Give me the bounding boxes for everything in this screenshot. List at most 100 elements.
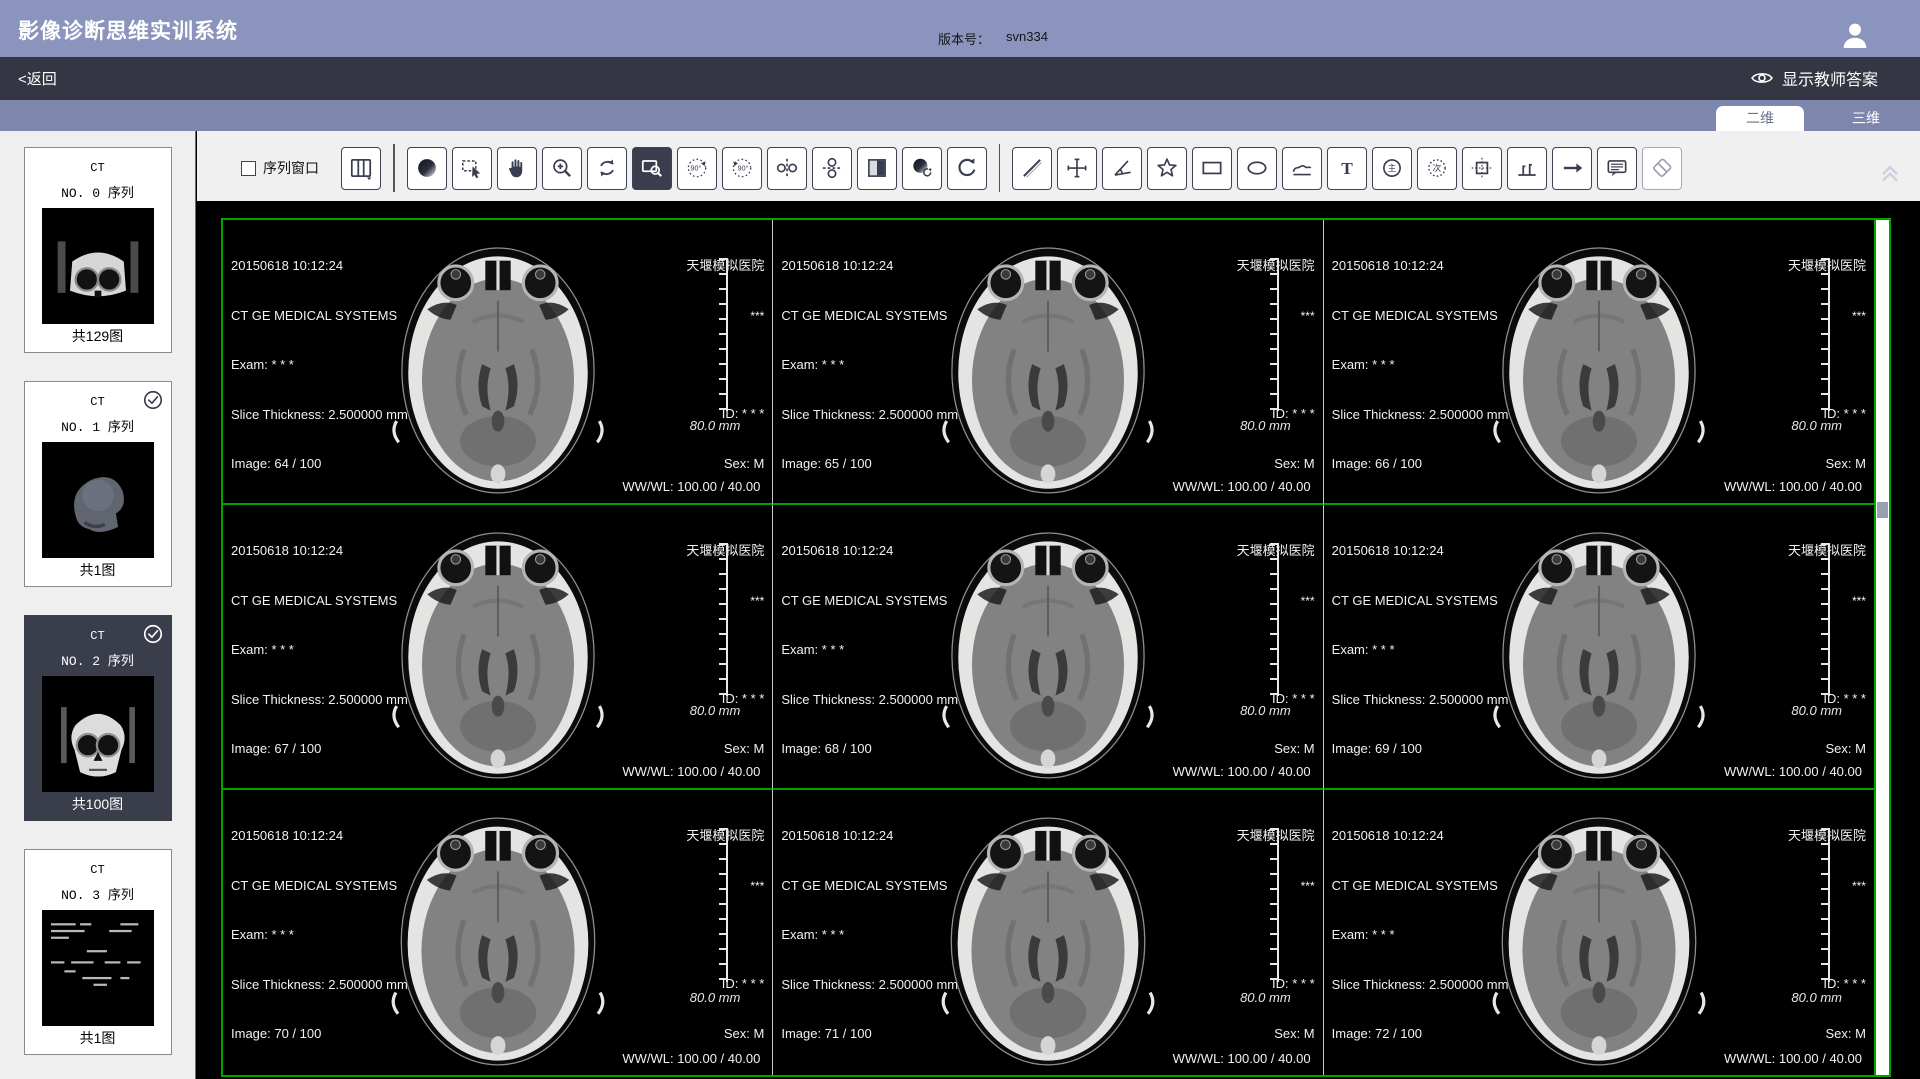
slice-thickness: Slice Thickness: 2.500000 mm bbox=[231, 692, 408, 709]
series-thumbnail bbox=[42, 208, 154, 324]
study-datetime: 20150618 10:12:24 bbox=[231, 828, 408, 845]
main-label-icon bbox=[1379, 155, 1405, 181]
tool-angle-button[interactable] bbox=[1102, 147, 1142, 190]
person-icon bbox=[1838, 19, 1872, 53]
series-window-label: 序列窗口 bbox=[263, 158, 319, 178]
back-button[interactable]: <返回 bbox=[18, 68, 57, 89]
tool-zoom-in-button[interactable] bbox=[542, 147, 582, 190]
series-card-1[interactable]: CT NO. 1 序列 共1图 bbox=[24, 381, 172, 587]
tool-rotate-cycle-button[interactable] bbox=[587, 147, 627, 190]
viewer-cell-image-69[interactable]: 20150618 10:12:24 CT GE MEDICAL SYSTEMS … bbox=[1324, 505, 1874, 790]
tool-length-button[interactable] bbox=[1057, 147, 1097, 190]
scale-label: 80.0 mm bbox=[690, 703, 741, 718]
viewer-cell-image-71[interactable]: 20150618 10:12:24 CT GE MEDICAL SYSTEMS … bbox=[773, 790, 1323, 1075]
viewer-cell-image-70[interactable]: 20150618 10:12:24 CT GE MEDICAL SYSTEMS … bbox=[223, 790, 773, 1075]
tool-rotate-90-cw-button[interactable] bbox=[722, 147, 762, 190]
app-header: 影像诊断思维实训系统 版本号： svn334 bbox=[0, 0, 1920, 57]
viewer-cell-image-67[interactable]: 20150618 10:12:24 CT GE MEDICAL SYSTEMS … bbox=[223, 505, 773, 790]
tool-line-button[interactable] bbox=[1012, 147, 1052, 190]
series-card-3[interactable]: CT NO. 3 序列 共1图 bbox=[24, 849, 172, 1055]
patient-sex: Sex: M bbox=[686, 456, 764, 473]
zoom-in-icon bbox=[549, 155, 575, 181]
tool-secondary-label-button[interactable] bbox=[1417, 147, 1457, 190]
tool-star-button[interactable] bbox=[1147, 147, 1187, 190]
tool-rotate-90-ccw-button[interactable] bbox=[677, 147, 717, 190]
exam-label: Exam: * * * bbox=[1332, 642, 1509, 659]
chevron-up-icon bbox=[1876, 159, 1904, 185]
user-avatar-button[interactable] bbox=[1838, 19, 1872, 53]
series-card-0[interactable]: CT NO. 0 序列 共129图 bbox=[24, 147, 172, 353]
patient-sex: Sex: M bbox=[686, 1026, 764, 1043]
window-width-level: WW/WL: 100.00 / 40.00 bbox=[622, 1051, 760, 1068]
version-label: 版本号： bbox=[938, 29, 990, 48]
slice-thickness: Slice Thickness: 2.500000 mm bbox=[1332, 407, 1509, 424]
tool-region-zoom-button[interactable] bbox=[632, 147, 672, 190]
tool-window-level-button[interactable] bbox=[407, 147, 447, 190]
scrollbar-thumb[interactable] bbox=[1877, 502, 1888, 518]
ct-brain-slice-image bbox=[382, 224, 614, 499]
viewer-cell-image-66[interactable]: 20150618 10:12:24 CT GE MEDICAL SYSTEMS … bbox=[1324, 220, 1874, 505]
patient-sex: Sex: M bbox=[1237, 1026, 1315, 1043]
tool-text-button[interactable] bbox=[1327, 147, 1367, 190]
window-width-level: WW/WL: 100.00 / 40.00 bbox=[1173, 1051, 1311, 1068]
tab-2d[interactable]: 二维 bbox=[1716, 106, 1804, 131]
tool-rect-select-button[interactable] bbox=[452, 147, 492, 190]
exam-label: Exam: * * * bbox=[1332, 357, 1509, 374]
image-number: Image: 68 / 100 bbox=[781, 741, 958, 758]
invert-icon bbox=[864, 155, 890, 181]
image-number: Image: 71 / 100 bbox=[781, 1026, 958, 1043]
tool-flip-horizontal-button[interactable] bbox=[767, 147, 807, 190]
tool-invert-button[interactable] bbox=[857, 147, 897, 190]
image-number: Image: 70 / 100 bbox=[231, 1026, 408, 1043]
tool-crop-grid-button[interactable] bbox=[1462, 147, 1502, 190]
series-list: CT NO. 0 序列 共129图 CT NO. 1 序列 共1图 CT NO.… bbox=[0, 147, 195, 1055]
viewer-cell-image-65[interactable]: 20150618 10:12:24 CT GE MEDICAL SYSTEMS … bbox=[773, 220, 1323, 505]
app-title: 影像诊断思维实训系统 bbox=[18, 15, 238, 45]
series-image-count: 共129图 bbox=[25, 326, 171, 346]
tool-ellipse-button[interactable] bbox=[1237, 147, 1277, 190]
toolbar-divider bbox=[999, 144, 1001, 192]
scale-ruler bbox=[1269, 828, 1279, 982]
window-width-level: WW/WL: 100.00 / 40.00 bbox=[1724, 479, 1862, 496]
tool-pan-button[interactable] bbox=[497, 147, 537, 190]
viewer-cell-image-68[interactable]: 20150618 10:12:24 CT GE MEDICAL SYSTEMS … bbox=[773, 505, 1323, 790]
secondary-label-icon bbox=[1424, 155, 1450, 181]
tool-main-label-button[interactable] bbox=[1372, 147, 1412, 190]
rect-select-icon bbox=[459, 155, 485, 181]
tool-layout-columns-button[interactable] bbox=[341, 147, 381, 190]
layout-columns-icon bbox=[348, 155, 374, 181]
scale-ruler bbox=[1269, 543, 1279, 696]
series-window-toggle[interactable]: 序列窗口 bbox=[241, 158, 319, 178]
viewer-cell-image-64[interactable]: 20150618 10:12:24 CT GE MEDICAL SYSTEMS … bbox=[223, 220, 773, 505]
eraser-icon bbox=[1649, 155, 1675, 181]
tool-curve-button[interactable] bbox=[1282, 147, 1322, 190]
toolbar-collapse-button[interactable] bbox=[1876, 159, 1904, 185]
tool-rectangle-button[interactable] bbox=[1192, 147, 1232, 190]
viewer-cell-image-72[interactable]: 20150618 10:12:24 CT GE MEDICAL SYSTEMS … bbox=[1324, 790, 1874, 1075]
tool-eraser-button[interactable] bbox=[1642, 147, 1682, 190]
window-width-level: WW/WL: 100.00 / 40.00 bbox=[1173, 764, 1311, 781]
series-card-2[interactable]: CT NO. 2 序列 共100图 bbox=[24, 615, 172, 821]
scale-ruler bbox=[718, 543, 728, 696]
rotate-cycle-icon bbox=[594, 155, 620, 181]
series-name: NO. 2 序列 bbox=[25, 650, 171, 669]
ct-brain-slice-image bbox=[1483, 509, 1715, 784]
tab-3d[interactable]: 三维 bbox=[1822, 106, 1910, 131]
exam-label: Exam: * * * bbox=[781, 642, 958, 659]
image-number: Image: 69 / 100 bbox=[1332, 741, 1509, 758]
show-teacher-answer-button[interactable]: 显示教师答案 bbox=[1750, 66, 1878, 90]
tool-arrow-button[interactable] bbox=[1552, 147, 1592, 190]
tool-window-preset-button[interactable] bbox=[902, 147, 942, 190]
series-sidebar: CT NO. 0 序列 共129图 CT NO. 1 序列 共1图 CT NO.… bbox=[0, 131, 196, 1079]
series-window-checkbox[interactable] bbox=[241, 161, 256, 176]
text-icon bbox=[1334, 155, 1360, 181]
patient-sex: Sex: M bbox=[1788, 456, 1866, 473]
tool-flip-vertical-button[interactable] bbox=[812, 147, 852, 190]
line-icon bbox=[1019, 155, 1045, 181]
viewer-scrollbar[interactable] bbox=[1874, 220, 1889, 1075]
window-level-icon bbox=[414, 155, 440, 181]
device-name: CT GE MEDICAL SYSTEMS bbox=[781, 593, 958, 610]
tool-reset-button[interactable] bbox=[947, 147, 987, 190]
tool-comment-button[interactable] bbox=[1597, 147, 1637, 190]
tool-histogram-button[interactable] bbox=[1507, 147, 1547, 190]
